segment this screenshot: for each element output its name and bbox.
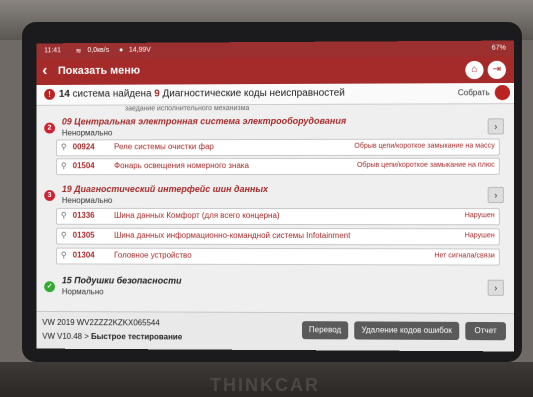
dtc-state: Нарушен: [464, 212, 495, 220]
dtc-row[interactable]: ⚲ 01305 Шина данных информационно-команд…: [55, 227, 500, 246]
dtc-state: Обрыв цепи/короткое замыкание на плюс: [356, 161, 495, 169]
home-icon[interactable]: ⌂: [465, 60, 484, 80]
collect-button[interactable]: Собрать: [458, 88, 490, 97]
wifi-icon: ≋: [75, 48, 82, 56]
system-status: Нормально: [61, 287, 104, 297]
dtc-description: Шина данных Комфорт (для всего концерна): [114, 210, 280, 221]
report-button[interactable]: Отчет: [465, 321, 506, 341]
system-item[interactable]: ✓ 15 Подушки безопасности Нормально ›: [36, 273, 514, 296]
clock: 11:41: [44, 47, 61, 55]
system-count: 14: [58, 88, 70, 100]
dtc-count: 9: [154, 88, 160, 100]
translate-button[interactable]: Перевод: [302, 321, 349, 340]
exit-icon[interactable]: ⇥: [487, 60, 506, 80]
dtc-description: Шина данных информационно-командной сист…: [114, 230, 351, 241]
battery-level: 67%: [491, 44, 506, 52]
dtc-state: Нет сигнала/связи: [434, 252, 495, 260]
system-error-icon: 2: [44, 122, 55, 134]
search-icon[interactable]: ⚲: [61, 142, 67, 151]
search-icon[interactable]: ⚲: [61, 211, 67, 220]
tablet-screen: 11:41 ≋ 0,0кв/s ● 14,99V 67% ‹ Показать …: [36, 40, 515, 352]
cutoff-text: заедание исполнительного механизма: [124, 105, 250, 113]
dtc-row[interactable]: ⚲ 01304 Головное устройство Нет сигнала/…: [55, 247, 500, 266]
dtc-code: 01504: [72, 161, 95, 171]
dtc-row[interactable]: ⚲ 01504 Фонарь освещения номерного знака…: [55, 157, 500, 176]
search-icon[interactable]: ⚲: [61, 231, 67, 240]
summary-bar: ! 14 система найдена 9 Диагностические к…: [36, 82, 515, 106]
chevron-right-icon[interactable]: ›: [487, 118, 504, 135]
search-icon[interactable]: ⚲: [61, 161, 67, 170]
software-version: VW V10.48 > Быстрое тестирование: [42, 332, 182, 342]
dtc-row[interactable]: ⚲ 00924 Реле системы очистки фар Обрыв ц…: [55, 138, 500, 157]
system-status: Ненормально: [61, 128, 113, 138]
check-icon: ✓: [44, 281, 55, 293]
brand-logo: THINKCAR: [210, 375, 320, 395]
system-item[interactable]: 2 09 Центральная электронная система эле…: [36, 113, 514, 137]
chevron-right-icon[interactable]: ›: [487, 279, 504, 296]
dtc-description: Головное устройство: [114, 250, 192, 260]
search-icon[interactable]: ⚲: [61, 251, 67, 260]
dtc-code: 01305: [72, 230, 95, 240]
battery-voltage-icon: ●: [119, 46, 124, 54]
chevron-right-icon[interactable]: ›: [487, 186, 504, 204]
collect-icon[interactable]: [494, 84, 511, 101]
warning-icon: !: [44, 88, 55, 100]
system-name: 09 Центральная электронная система элект…: [61, 115, 347, 127]
page-title: Показать меню: [57, 64, 141, 78]
system-found-label: система найдена: [72, 88, 152, 100]
version-prefix: VW V10.48 >: [42, 331, 89, 341]
dtc-code: 01336: [72, 210, 95, 220]
test-mode: Быстрое тестирование: [90, 332, 183, 342]
footer-bar: VW 2019 WV2ZZZ2KZKX065544 VW V10.48 > Бы…: [36, 310, 515, 352]
dtc-state: Нарушен: [464, 232, 495, 240]
clear-codes-button[interactable]: Удаление кодов ошибок: [354, 321, 460, 341]
system-name: 15 Подушки безопасности: [61, 275, 182, 286]
dtc-code: 01304: [72, 250, 95, 260]
system-status: Ненормально: [61, 196, 113, 205]
net-speed: 0,0кв/s: [87, 46, 110, 55]
dtc-state: Обрыв цепи/короткое замыкание на массу: [354, 142, 495, 150]
voltage: 14,99V: [128, 46, 151, 54]
dtc-code: 00924: [72, 142, 95, 152]
dtc-description: Реле системы очистки фар: [114, 142, 214, 152]
vehicle-vin: VW 2019 WV2ZZZ2KZKX065544: [42, 317, 160, 328]
dtc-label: Диагностические коды неисправностей: [162, 87, 345, 100]
dtc-description: Фонарь освещения номерного знака: [114, 161, 249, 171]
app-header: ‹ Показать меню ⌂ ⇥: [36, 56, 515, 86]
system-name: 19 Диагностический интерфейс шин данных: [61, 184, 269, 195]
dtc-row[interactable]: ⚲ 01336 Шина данных Комфорт (для всего к…: [55, 207, 500, 226]
back-arrow-icon[interactable]: ‹: [42, 62, 47, 80]
system-error-icon: 3: [44, 190, 55, 201]
